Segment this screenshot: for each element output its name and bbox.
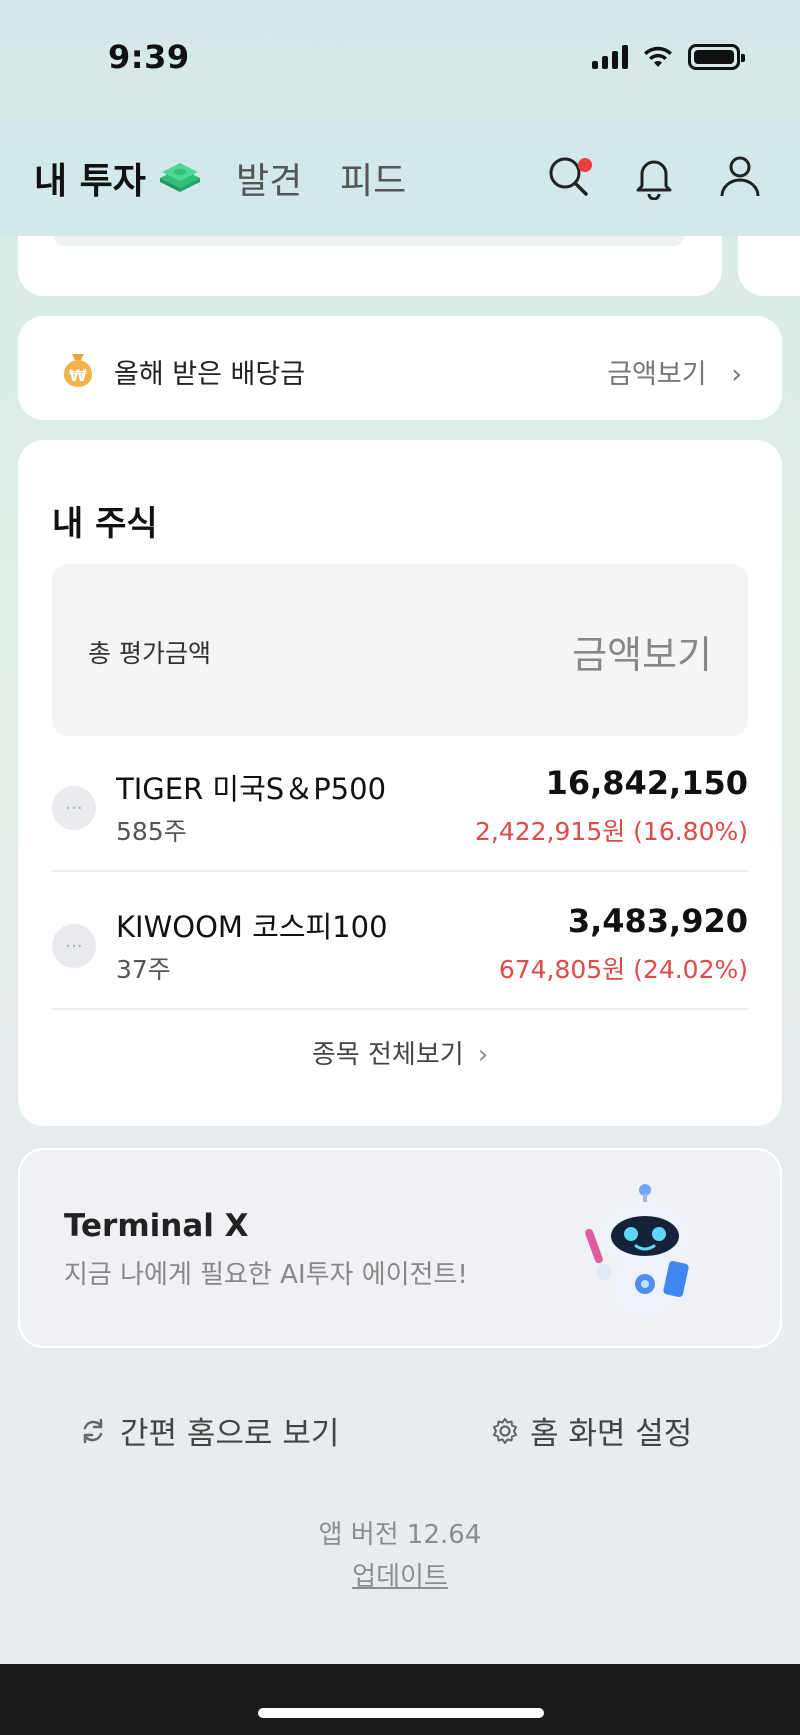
home-indicator-area xyxy=(0,1664,800,1735)
partial-card-right xyxy=(738,236,800,296)
stock-logo-icon: ··· xyxy=(52,786,96,830)
tab-discover[interactable]: 발견 xyxy=(236,152,302,204)
status-icons xyxy=(592,44,745,70)
simple-home-button[interactable]: 간편 홈으로 보기 xyxy=(78,1408,339,1453)
see-all-label: 종목 전체보기 xyxy=(311,1040,464,1070)
chevron-right-icon: › xyxy=(477,1040,489,1070)
terminal-x-title: Terminal X xyxy=(64,1208,249,1244)
money-icon xyxy=(160,163,200,192)
stock-change: 674,805원 (24.02%) xyxy=(498,955,748,984)
robot-mascot-icon xyxy=(585,1184,689,1316)
terminal-x-banner[interactable]: Terminal X 지금 나에게 필요한 AI투자 에이전트! xyxy=(18,1148,782,1348)
stock-row[interactable]: ··· KIWOOM 코스피100 37주 3,483,920 674,805원… xyxy=(52,874,748,1010)
stock-name: TIGER 미국S＆P500 xyxy=(116,772,387,806)
my-stocks-card: 내 주식 총 평가금액 금액보기 ··· TIGER 미국S＆P500 585주… xyxy=(18,440,782,1126)
dividend-card[interactable]: ₩ 올해 받은 배당금 금액보기 › xyxy=(18,316,782,420)
dividend-link-label: 금액보기 xyxy=(607,359,707,390)
notification-dot xyxy=(578,158,592,172)
stock-quantity: 37주 xyxy=(116,955,171,984)
home-settings-label: 홈 화면 설정 xyxy=(530,1416,693,1452)
dividend-view-amount-link[interactable]: 금액보기 › xyxy=(607,352,742,391)
stock-row[interactable]: ··· TIGER 미국S＆P500 585주 16,842,150 2,422… xyxy=(52,736,748,872)
update-link[interactable]: 업데이트 xyxy=(0,1556,800,1593)
battery-icon xyxy=(688,44,745,70)
simple-home-label: 간편 홈으로 보기 xyxy=(120,1416,340,1452)
stock-name: KIWOOM 코스피100 xyxy=(116,910,388,944)
dividend-label: 올해 받은 배당금 xyxy=(114,359,306,390)
status-bar: 9:39 xyxy=(0,0,800,120)
stock-change: 2,422,915원 (16.80%) xyxy=(474,817,748,846)
tab-my-investment[interactable]: 내 투자 xyxy=(34,152,146,204)
total-valuation-box[interactable]: 총 평가금액 금액보기 xyxy=(52,564,748,736)
tab-feed[interactable]: 피드 xyxy=(340,152,406,204)
total-valuation-view-amount[interactable]: 금액보기 xyxy=(572,624,712,679)
my-stocks-title: 내 주식 xyxy=(52,504,158,544)
terminal-x-subtitle: 지금 나에게 필요한 AI투자 에이전트! xyxy=(64,1260,468,1290)
refresh-icon xyxy=(83,1418,103,1443)
stock-quantity: 585주 xyxy=(116,817,187,846)
total-valuation-label: 총 평가금액 xyxy=(88,639,211,668)
update-label: 업데이트 xyxy=(352,1562,448,1592)
gear-icon xyxy=(493,1417,517,1444)
profile-icon[interactable] xyxy=(716,152,764,200)
see-all-stocks-button[interactable]: 종목 전체보기 › xyxy=(18,1034,782,1071)
wifi-icon xyxy=(644,46,672,67)
home-settings-button[interactable]: 홈 화면 설정 xyxy=(490,1408,692,1453)
partial-card-inner xyxy=(54,236,684,246)
chevron-right-icon: › xyxy=(731,359,742,390)
bell-icon[interactable] xyxy=(630,152,678,200)
money-bag-icon: ₩ xyxy=(64,354,92,387)
stock-value: 16,842,150 xyxy=(545,764,748,802)
app-version: 앱 버전 12.64 xyxy=(318,1520,482,1550)
stock-logo-icon: ··· xyxy=(52,924,96,968)
svg-text:₩: ₩ xyxy=(69,366,87,385)
home-indicator[interactable] xyxy=(258,1708,544,1718)
stock-value: 3,483,920 xyxy=(567,902,748,940)
status-time: 9:39 xyxy=(108,38,190,76)
cellular-signal-icon xyxy=(592,45,628,69)
